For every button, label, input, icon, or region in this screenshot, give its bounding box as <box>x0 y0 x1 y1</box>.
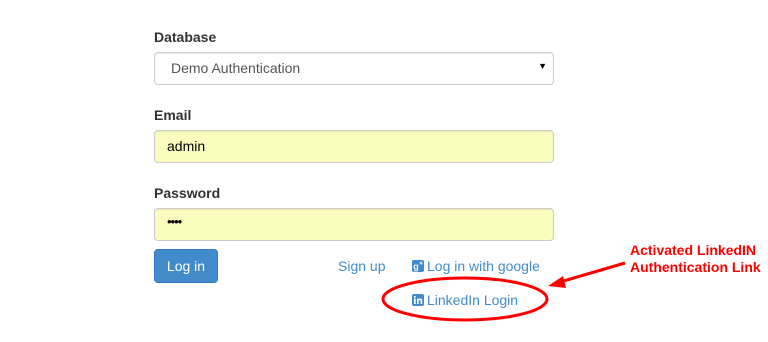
email-field[interactable]: admin <box>154 130 554 163</box>
password-label: Password <box>154 185 221 201</box>
password-field[interactable]: •••• <box>154 208 554 241</box>
login-button[interactable]: Log in <box>154 249 218 283</box>
linkedin-login-label: LinkedIn Login <box>427 292 519 308</box>
google-login-link[interactable]: g Log in with google <box>412 256 540 276</box>
database-label: Database <box>154 29 217 45</box>
annotation-arrow-shaft <box>559 261 626 284</box>
login-page: Database Demo Authentication ▼ Email adm… <box>0 0 768 342</box>
database-selected-value: Demo Authentication <box>171 60 301 76</box>
signup-link[interactable]: Sign up <box>338 256 385 276</box>
annotation-line-2: Authentication Link <box>630 259 761 275</box>
password-value: •••• <box>167 214 182 229</box>
email-value: admin <box>167 138 206 154</box>
email-label: Email <box>154 107 192 123</box>
google-login-label: Log in with google <box>427 258 540 274</box>
annotation-arrow-head <box>548 276 566 288</box>
login-form: Database Demo Authentication ▼ Email adm… <box>154 27 554 261</box>
svg-text:g: g <box>413 262 419 272</box>
database-select[interactable]: Demo Authentication ▼ <box>154 52 554 85</box>
annotation-text: Activated LinkedIN Authentication Link <box>630 242 761 276</box>
linkedin-login-link[interactable]: LinkedIn Login <box>412 290 518 310</box>
caret-down-icon: ▼ <box>538 61 547 71</box>
linkedin-icon <box>412 294 424 306</box>
annotation-line-1: Activated LinkedIN <box>630 242 757 258</box>
google-plus-icon: g <box>412 260 424 272</box>
